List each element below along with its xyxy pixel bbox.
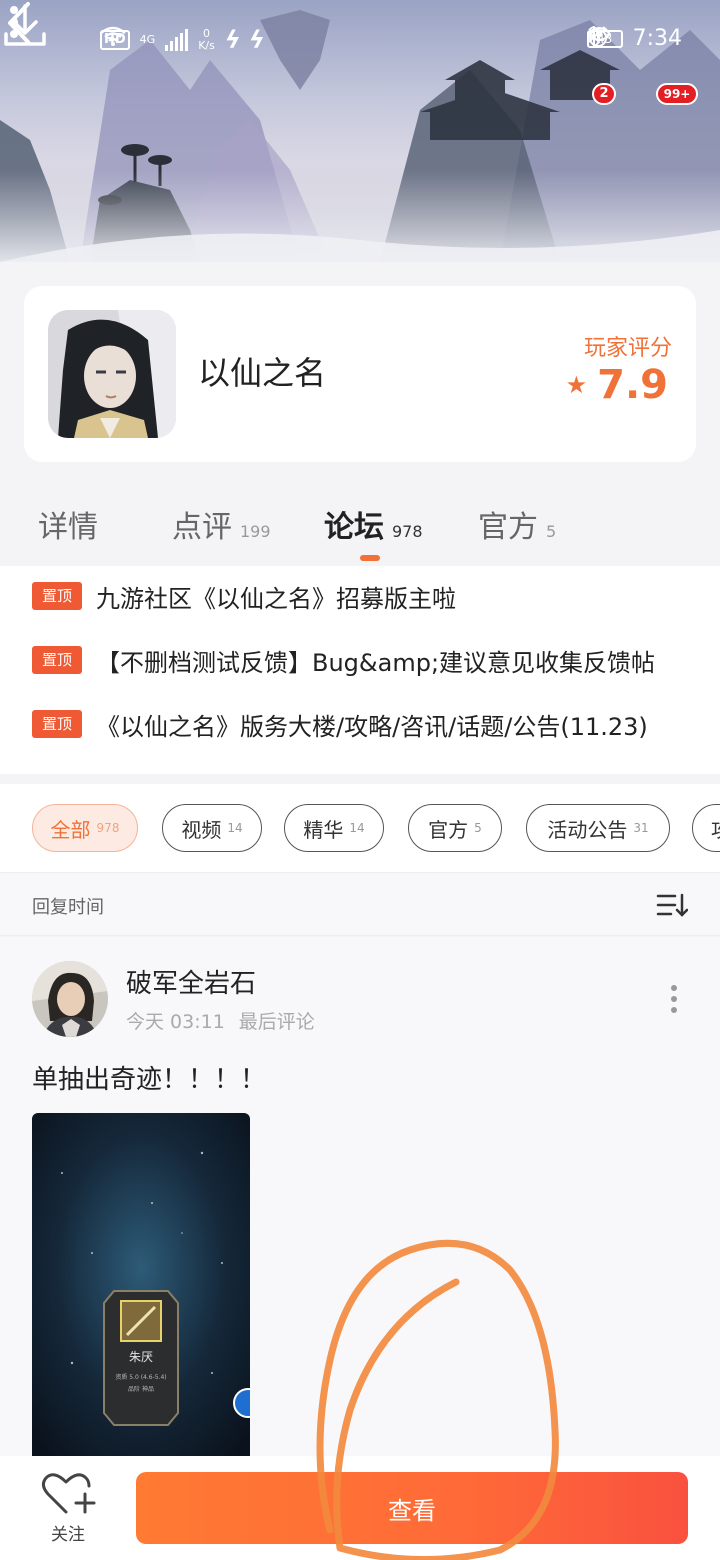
pinned-badge: 置顶 bbox=[32, 646, 82, 674]
tab-forum[interactable]: 论坛 978 bbox=[324, 502, 423, 546]
sort-button[interactable] bbox=[656, 891, 688, 919]
header-banner: HD 4G 0 K/s ϟ ϟ 43 7:34 2 99+ bbox=[0, 0, 720, 262]
filter-guide[interactable]: 攻 bbox=[692, 804, 720, 852]
follow-button[interactable]: 关注 bbox=[36, 1470, 100, 1550]
pinned-post-title: 【不删档测试反馈】Bug&amp;建议意见收集反馈帖 bbox=[96, 648, 656, 677]
rating-value: 7.9 bbox=[597, 362, 668, 408]
sort-bar: 回复时间 bbox=[0, 872, 720, 936]
more-options-button[interactable] bbox=[0, 0, 28, 44]
filter-official[interactable]: 官方 5 bbox=[408, 804, 502, 852]
pinned-posts: 置顶 九游社区《以仙之名》招募版主啦 置顶 【不删档测试反馈】Bug&amp;建… bbox=[0, 566, 720, 774]
more-vertical-icon bbox=[671, 985, 677, 1013]
wifi-icon bbox=[100, 26, 126, 46]
sort-label: 回复时间 bbox=[32, 897, 104, 918]
tab-official[interactable]: 官方 5 bbox=[478, 502, 556, 546]
rating-label: 玩家评分 bbox=[583, 336, 672, 361]
tab-details[interactable]: 详情 bbox=[38, 502, 98, 546]
more-vertical-icon bbox=[10, 6, 18, 38]
network-type: 4G bbox=[139, 33, 156, 46]
post-action: 最后评论 bbox=[238, 1011, 315, 1033]
player-rating: ★ 7.9 bbox=[566, 362, 668, 408]
post-image[interactable]: 朱厌 资质 5.0 (4.6-5.4) 品阶 神品 bbox=[32, 1113, 250, 1457]
card-info: 资质 5.0 (4.6-5.4) bbox=[115, 1373, 166, 1381]
filter-all[interactable]: 全部 978 bbox=[32, 804, 138, 852]
pinned-post-title: 九游社区《以仙之名》招募版主啦 bbox=[96, 584, 456, 613]
pinned-post[interactable]: 置顶 九游社区《以仙之名》招募版主啦 bbox=[32, 576, 456, 616]
post-author[interactable]: 破军全岩石 bbox=[126, 963, 256, 1000]
section-tabs: 详情 点评 199 论坛 978 官方 5 bbox=[0, 490, 720, 566]
bottom-action-bar: 关注 查看 bbox=[0, 1456, 720, 1560]
pinned-post-title: 《以仙之名》版务大楼/攻略/咨讯/话题/公告(11.23) bbox=[96, 712, 648, 741]
status-bar: HD 4G 0 K/s ϟ ϟ 43 7:34 bbox=[0, 0, 720, 80]
filter-chips: 全部 978 视频 14 精华 14 官方 5 活动公告 31 攻 bbox=[0, 784, 720, 872]
status-time: 7:34 bbox=[632, 26, 682, 51]
filter-video[interactable]: 视频 14 bbox=[162, 804, 262, 852]
post-time: 今天 03:11 bbox=[126, 1011, 225, 1033]
card-name: 朱厌 bbox=[129, 1350, 153, 1364]
avatar[interactable] bbox=[32, 961, 108, 1037]
sort-icon bbox=[656, 893, 688, 917]
pinned-badge: 置顶 bbox=[32, 582, 82, 610]
star-icon: ★ bbox=[565, 371, 588, 399]
download-count-badge: 2 bbox=[592, 83, 616, 105]
post-content: 单抽出奇迹！！！！ bbox=[32, 1065, 267, 1095]
game-info-card: 以仙之名 玩家评分 ★ 7.9 bbox=[24, 286, 696, 462]
game-icon[interactable] bbox=[48, 310, 176, 438]
tab-reviews[interactable]: 点评 199 bbox=[172, 502, 271, 546]
post-meta: 今天 03:11 最后评论 bbox=[126, 1007, 315, 1034]
heart-plus-icon bbox=[41, 1473, 96, 1514]
filter-event-notice[interactable]: 活动公告 31 bbox=[526, 804, 670, 852]
game-title: 以仙之名 bbox=[198, 354, 327, 392]
filter-featured[interactable]: 精华 14 bbox=[284, 804, 384, 852]
pinned-post[interactable]: 置顶 《以仙之名》版务大楼/攻略/咨讯/话题/公告(11.23) bbox=[32, 704, 648, 744]
flash-icon: ϟ ϟ bbox=[224, 26, 265, 54]
view-button[interactable]: 查看 bbox=[136, 1472, 688, 1544]
signal-icon bbox=[165, 29, 189, 51]
bluetooth-icon bbox=[587, 26, 601, 48]
follow-label: 关注 bbox=[51, 1525, 85, 1545]
card-sub: 品阶 神品 bbox=[128, 1385, 154, 1393]
pinned-badge: 置顶 bbox=[32, 710, 82, 738]
pinned-post[interactable]: 置顶 【不删档测试反馈】Bug&amp;建议意见收集反馈帖 bbox=[32, 640, 655, 680]
network-speed: 0 K/s bbox=[198, 27, 215, 52]
forum-post[interactable]: 破军全岩石 今天 03:11 最后评论 单抽出奇迹！！！！ 朱厌 资质 5.0 … bbox=[0, 937, 720, 1457]
active-tab-indicator bbox=[360, 555, 380, 561]
message-count-badge: 99+ bbox=[656, 83, 698, 105]
post-more-button[interactable] bbox=[664, 981, 684, 1017]
